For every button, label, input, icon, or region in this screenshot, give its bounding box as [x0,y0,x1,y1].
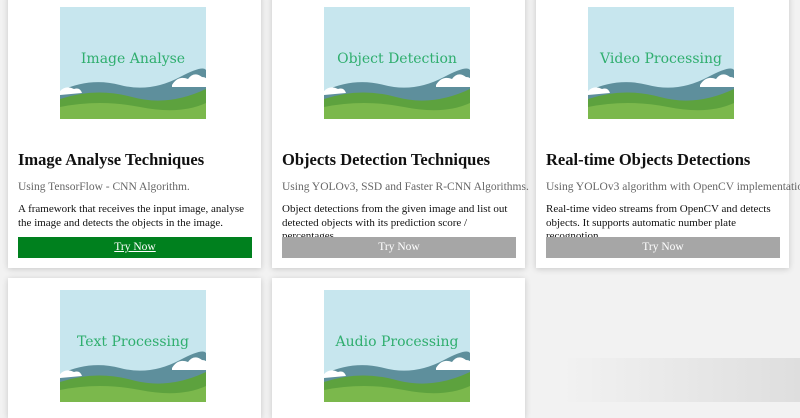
thumbnail-label: Image Analyse [80,51,186,67]
thumbnail-label: Video Processing [600,51,722,67]
thumbnail-image: Video Processing [588,7,734,119]
thumbnail-image: Object Detection [324,7,470,119]
thumbnail-label: Text Processing [77,334,189,350]
card-text-processing: Text Processing [8,278,261,418]
try-now-button[interactable]: Try Now [18,237,252,258]
card-image-analyse: Image Analyse Image Analyse Techniques U… [8,0,261,268]
thumbnail-image: Text Processing [60,290,206,402]
card-title: Real-time Objects Detections [546,150,751,169]
card-audio-processing: Audio Processing [272,278,525,418]
card-description: A framework that receives the input imag… [18,203,245,229]
bottom-right-shadow [560,358,800,402]
card-subtitle: Using TensorFlow - CNN Algorithm. [18,181,190,193]
card-title: Objects Detection Techniques [282,150,491,169]
try-now-button[interactable]: Try Now [546,237,780,258]
card-subtitle: Using YOLOv3, SSD and Faster R-CNN Algor… [282,181,529,193]
thumbnail-label: Object Detection [337,51,457,67]
thumbnail-image: Audio Processing [324,290,470,402]
card-video-processing: Video Processing Real-time Objects Detec… [536,0,800,268]
thumbnail-image: Image Analyse [60,7,206,119]
card-subtitle: Using YOLOv3 algorithm with OpenCV imple… [546,181,800,193]
thumbnail-label: Audio Processing [335,334,459,350]
card-object-detection: Object Detection Objects Detection Techn… [272,0,529,268]
try-now-button[interactable]: Try Now [282,237,516,258]
card-title: Image Analyse Techniques [18,150,205,169]
